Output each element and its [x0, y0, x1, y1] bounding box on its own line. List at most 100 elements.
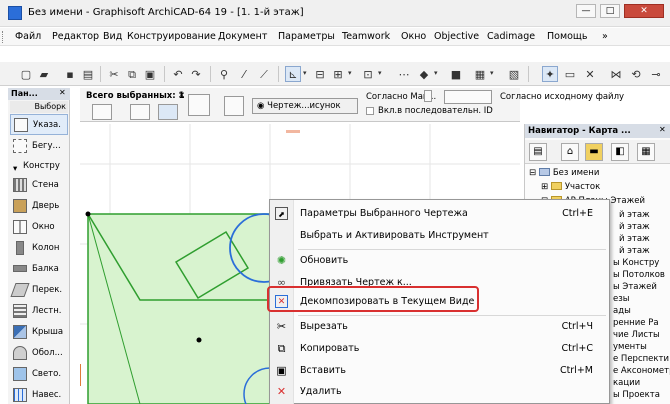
menu-teamwork[interactable]: Teamwork [342, 31, 390, 42]
navigator-close-icon[interactable]: ✕ [659, 125, 666, 134]
menu-item-select-activate-tool[interactable]: Выбрать и Активировать Инструмент [270, 225, 609, 247]
menu-file[interactable]: Файл [15, 31, 41, 42]
project-map-icon[interactable]: ▤ [529, 143, 547, 161]
renovation-icon[interactable]: ▧ [506, 66, 522, 82]
include-in-sequence-checkbox[interactable] [366, 107, 374, 115]
id-field[interactable] [444, 90, 492, 104]
navigator-item[interactable]: чие Листы [613, 330, 660, 340]
pen-icon[interactable]: ■ [448, 66, 464, 82]
navigator-item[interactable]: ады [613, 306, 631, 316]
tool-window[interactable]: Окно [10, 217, 68, 238]
navigator-item[interactable]: кации [613, 378, 640, 388]
close-window-button[interactable]: ✕ [624, 4, 664, 18]
gravity-dropdown-icon[interactable]: ▾ [348, 69, 355, 79]
menu-design[interactable]: Конструирование [127, 31, 216, 42]
frame-icon[interactable] [130, 104, 150, 120]
menu-item-refresh[interactable]: ✺ Обновить [270, 250, 609, 272]
menu-objective[interactable]: Objective [434, 31, 479, 42]
syringe-icon[interactable]: ⟋ [256, 66, 272, 82]
tool-group-design[interactable]: ▾ Констру [10, 156, 68, 177]
navigator-item[interactable]: ы Этажей [613, 282, 657, 292]
copy-icon[interactable]: ⧉ [124, 66, 140, 82]
menu-edit[interactable]: Редактор [52, 31, 99, 42]
offset-icon[interactable]: ⊸ [648, 66, 664, 82]
tool-marquee[interactable]: Бегу... [10, 136, 68, 157]
suspend-groups-icon[interactable]: ⊟ [312, 66, 328, 82]
navigator-item[interactable]: й этаж [619, 234, 650, 244]
guide-line-icon[interactable]: ⊾ [285, 66, 301, 82]
gravity-icon[interactable]: ⊞ [330, 66, 346, 82]
navigator-item[interactable]: езы [613, 294, 629, 304]
tool-stair[interactable]: Лестн. [10, 301, 68, 322]
navigator-title[interactable]: Навигатор - Карта ... [525, 124, 670, 138]
navigator-item[interactable]: ы Проекта [613, 390, 660, 400]
model-view-dropdown-icon[interactable]: ▾ [490, 69, 497, 79]
navigator-item[interactable]: е Перспекти [613, 354, 669, 364]
toolbox-close-icon[interactable]: ✕ [59, 88, 66, 97]
model-view-icon[interactable]: ▦ [472, 66, 488, 82]
tool-skylight[interactable]: Свето. [10, 364, 68, 385]
menu-view[interactable]: Вид [103, 31, 122, 42]
menu-overflow-chevron[interactable]: » [602, 31, 608, 42]
new-file-icon[interactable]: ▢ [18, 66, 34, 82]
selection-hotspot[interactable] [85, 211, 91, 217]
selection-hotspot[interactable] [196, 337, 202, 343]
tool-arrow[interactable]: Указа. [10, 114, 68, 135]
menu-grip[interactable] [2, 31, 10, 43]
tool-shell[interactable]: Обол... [10, 343, 68, 364]
infobox-close-icon[interactable]: ✕ [178, 91, 185, 101]
menu-item-delete[interactable]: ✕ Удалить [270, 381, 609, 403]
undo-icon[interactable]: ↶ [170, 66, 186, 82]
open-folder-icon[interactable]: ▰ [36, 66, 52, 82]
menu-cadimage[interactable]: Cadimage [487, 31, 535, 42]
maximize-button[interactable]: □ [600, 4, 620, 18]
menu-help[interactable]: Помощь [547, 31, 587, 42]
tool-beam[interactable]: Балка [10, 259, 68, 280]
navigator-item[interactable]: ументы [613, 342, 647, 352]
drawing-settings-icon[interactable] [188, 94, 210, 116]
print-icon[interactable]: ▤ [80, 66, 96, 82]
tool-wall[interactable]: Стена [10, 175, 68, 196]
snap-dropdown-icon[interactable]: ▾ [378, 69, 385, 79]
cross-tool-icon[interactable]: ✕ [582, 66, 598, 82]
navigator-item[interactable]: ы Потолков [613, 270, 665, 280]
guide-dropdown-icon[interactable]: ▾ [303, 69, 310, 79]
rotate-drawing-icon[interactable] [158, 104, 178, 120]
navigator-project-root[interactable]: ⊟ Без имени [529, 168, 599, 178]
menu-options[interactable]: Параметры [278, 31, 335, 42]
grid-snap-icon[interactable]: ⋯ [396, 66, 412, 82]
mirror-icon[interactable]: ⋈ [608, 66, 624, 82]
menu-item-paste[interactable]: ▣ Вставить Ctrl+M [270, 360, 609, 382]
drawing-name-field[interactable]: ◉ Чертеж...исунок [252, 98, 358, 114]
trace-icon[interactable]: ▭ [562, 66, 578, 82]
scale-arrow-icon[interactable] [424, 90, 432, 102]
snap-icon[interactable]: ⊡ [360, 66, 376, 82]
layer-dropdown-icon[interactable]: ▾ [434, 69, 441, 79]
tool-curtain-wall[interactable]: Навес. [10, 385, 68, 404]
navigator-item-site[interactable]: ⊞ Участок [541, 182, 600, 192]
find-select-icon[interactable]: ⚲ [216, 66, 232, 82]
menu-item-drawing-settings[interactable]: ⬈ Параметры Выбранного Чертежа Ctrl+E [270, 203, 609, 225]
magic-wand-icon[interactable]: ✦ [542, 66, 558, 82]
organizer-icon[interactable]: ▦ [637, 143, 655, 161]
publisher-icon[interactable]: ◧ [611, 143, 629, 161]
navigator-item[interactable]: ы Констру [613, 258, 659, 268]
view-map-icon[interactable]: ⌂ [561, 143, 579, 161]
tool-roof[interactable]: Крыша [10, 322, 68, 343]
layer-icon[interactable]: ◆ [416, 66, 432, 82]
menu-window[interactable]: Окно [401, 31, 426, 42]
tool-column[interactable]: Колон [10, 238, 68, 259]
menu-item-cut[interactable]: ✂ Вырезать Ctrl+Ч [270, 316, 609, 338]
transform-icon[interactable] [224, 96, 244, 116]
cut-icon[interactable]: ✂ [106, 66, 122, 82]
save-icon[interactable]: ▪ [62, 66, 78, 82]
minimize-button[interactable]: — [576, 4, 596, 18]
navigator-item[interactable]: й этаж [619, 246, 650, 256]
tool-door[interactable]: Дверь [10, 196, 68, 217]
navigator-item[interactable]: е Аксонометр [613, 366, 670, 376]
navigator-item[interactable]: й этаж [619, 222, 650, 232]
paste-icon[interactable]: ▣ [142, 66, 158, 82]
navigator-item[interactable]: ренние Ра [613, 318, 659, 328]
tool-slab[interactable]: Перек. [10, 280, 68, 301]
drawing-type-icon[interactable] [92, 104, 112, 120]
